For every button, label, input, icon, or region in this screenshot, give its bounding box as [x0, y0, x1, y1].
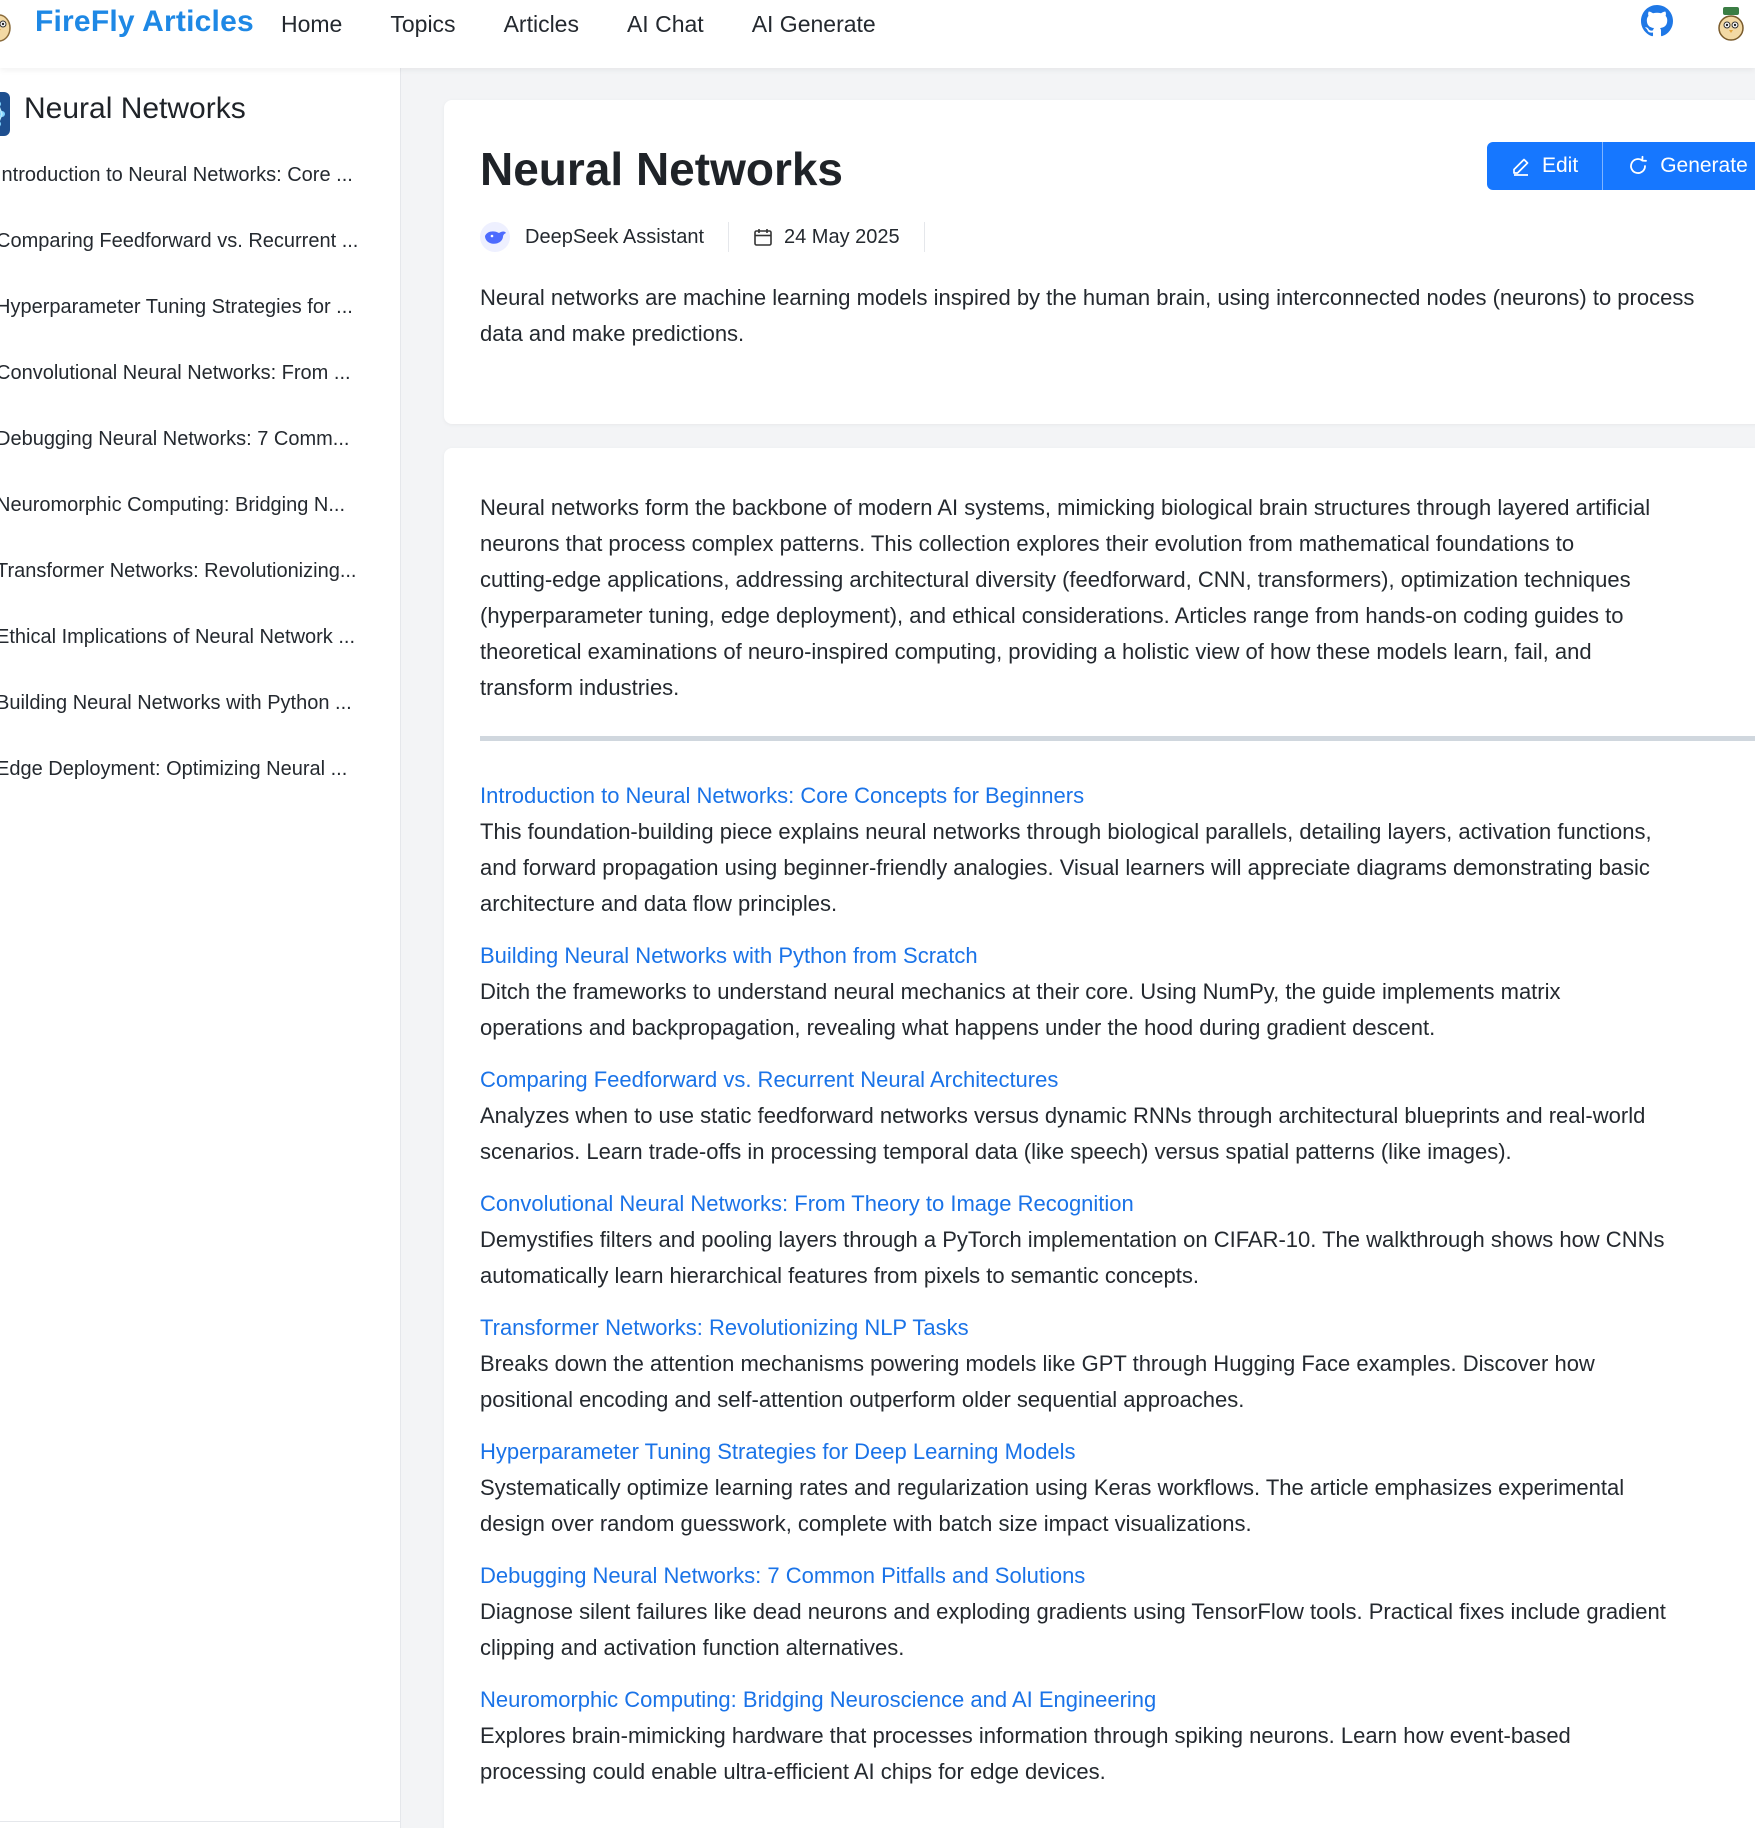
- article-meta: DeepSeek Assistant 24 May 2025: [480, 220, 949, 254]
- nav-ai-chat[interactable]: AI Chat: [627, 10, 704, 38]
- nav-ai-generate[interactable]: AI Generate: [752, 10, 876, 38]
- action-button-group: Edit Generate: [1487, 142, 1755, 190]
- page-title: Neural Networks: [480, 143, 844, 195]
- deepseek-whale-icon: [480, 222, 510, 252]
- sidebar-divider: [0, 1821, 401, 1822]
- article-description: Breaks down the attention mechanisms pow…: [480, 1346, 1755, 1418]
- article-description-line: automatically learn hierarchical feature…: [480, 1263, 1199, 1288]
- intro-line: neurons that process complex patterns. T…: [480, 531, 1575, 556]
- article-description-line: design over random guesswork, complete w…: [480, 1511, 1252, 1536]
- article-description-line: and forward propagation using beginner-f…: [480, 855, 1650, 880]
- sidebar-item[interactable]: Introduction to Neural Networks: Core ..…: [0, 162, 376, 228]
- article-link[interactable]: Building Neural Networks with Python fro…: [480, 938, 1755, 974]
- sidebar-item[interactable]: Ethical Implications of Neural Network .…: [0, 624, 376, 690]
- sidebar-item[interactable]: Convolutional Neural Networks: From ...: [0, 360, 376, 426]
- article-description-line: positional encoding and self-attention o…: [480, 1387, 1245, 1412]
- nav-home[interactable]: Home: [281, 10, 342, 38]
- article-description-line: architecture and data flow principles.: [480, 891, 838, 916]
- article-entry: Building Neural Networks with Python fro…: [480, 938, 1755, 1046]
- meta-separator: [728, 222, 729, 252]
- article-link[interactable]: Convolutional Neural Networks: From Theo…: [480, 1186, 1755, 1222]
- sidebar-title: Neural Networks: [24, 92, 246, 125]
- intro-line: transform industries.: [480, 675, 680, 700]
- article-description: Analyzes when to use static feedforward …: [480, 1098, 1755, 1170]
- publish-date: 24 May 2025: [784, 225, 900, 248]
- main-nav: Home Topics Articles AI Chat AI Generate: [281, 10, 924, 38]
- article-description-line: Breaks down the attention mechanisms pow…: [480, 1351, 1595, 1376]
- article-description-line: processing could enable ultra-efficient …: [480, 1759, 1106, 1784]
- topic-summary: Neural networks are machine learning mod…: [480, 285, 1695, 346]
- user-avatar-icon[interactable]: [1716, 4, 1746, 42]
- article-entry: Convolutional Neural Networks: From Theo…: [480, 1186, 1755, 1294]
- article-description-line: Diagnose silent failures like dead neuro…: [480, 1599, 1666, 1624]
- brand-title[interactable]: FireFly Articles: [35, 5, 254, 39]
- brain-network-icon: [0, 92, 10, 136]
- article-description: This foundation-building piece explains …: [480, 814, 1755, 922]
- nav-topics[interactable]: Topics: [390, 10, 455, 38]
- intro-line: theoretical examinations of neuro-inspir…: [480, 639, 1592, 664]
- article-list: Introduction to Neural Networks: Core Co…: [480, 778, 1755, 1806]
- article-description: Demystifies filters and pooling layers t…: [480, 1222, 1755, 1294]
- article-link[interactable]: Hyperparameter Tuning Strategies for Dee…: [480, 1434, 1755, 1470]
- intro-line: cutting-edge applications, addressing ar…: [480, 567, 1631, 592]
- article-entry: Debugging Neural Networks: 7 Common Pitf…: [480, 1558, 1755, 1666]
- sidebar-item[interactable]: Comparing Feedforward vs. Recurrent ...: [0, 228, 376, 294]
- nav-articles[interactable]: Articles: [504, 10, 579, 38]
- sidebar-article-list: Introduction to Neural Networks: Core ..…: [0, 162, 376, 822]
- owl-mascot-icon[interactable]: [0, 8, 12, 42]
- sidebar-item[interactable]: Debugging Neural Networks: 7 Comm...: [0, 426, 376, 492]
- article-description-line: Ditch the frameworks to understand neura…: [480, 979, 1561, 1004]
- article-link[interactable]: Debugging Neural Networks: 7 Common Pitf…: [480, 1558, 1755, 1594]
- article-description: Systematically optimize learning rates a…: [480, 1470, 1755, 1542]
- article-description-line: Demystifies filters and pooling layers t…: [480, 1227, 1665, 1252]
- article-link[interactable]: Transformer Networks: Revolutionizing NL…: [480, 1310, 1755, 1346]
- article-link[interactable]: Introduction to Neural Networks: Core Co…: [480, 778, 1755, 814]
- sidebar-item[interactable]: Edge Deployment: Optimizing Neural ...: [0, 756, 376, 822]
- topic-intro: Neural networks form the backbone of mod…: [480, 490, 1755, 706]
- article-description-line: operations and backpropagation, revealin…: [480, 1015, 1436, 1040]
- article-description-line: This foundation-building piece explains …: [480, 819, 1652, 844]
- github-icon[interactable]: [1641, 5, 1673, 37]
- article-description-line: Analyzes when to use static feedforward …: [480, 1103, 1646, 1128]
- article-entry: Hyperparameter Tuning Strategies for Dee…: [480, 1434, 1755, 1542]
- article-description-line: Systematically optimize learning rates a…: [480, 1475, 1625, 1500]
- sidebar-item[interactable]: Neuromorphic Computing: Bridging N...: [0, 492, 376, 558]
- sidebar-item[interactable]: Transformer Networks: Revolutionizing...: [0, 558, 376, 624]
- refresh-icon: [1630, 155, 1648, 174]
- article-description: Diagnose silent failures like dead neuro…: [480, 1594, 1755, 1666]
- article-entry: Comparing Feedforward vs. Recurrent Neur…: [480, 1062, 1755, 1170]
- edit-button-label: Edit: [1542, 154, 1579, 177]
- top-navbar: FireFly Articles Home Topics Articles AI…: [0, 0, 1755, 68]
- article-description-line: clipping and activation function alterna…: [480, 1635, 905, 1660]
- article-link[interactable]: Comparing Feedforward vs. Recurrent Neur…: [480, 1062, 1755, 1098]
- sidebar-item[interactable]: Building Neural Networks with Python ...: [0, 690, 376, 756]
- author-name: DeepSeek Assistant: [525, 225, 704, 248]
- sidebar-item[interactable]: Hyperparameter Tuning Strategies for ...: [0, 294, 376, 360]
- article-description: Ditch the frameworks to understand neura…: [480, 974, 1755, 1046]
- intro-line: (hyperparameter tuning, edge deployment)…: [480, 603, 1624, 628]
- intro-line: Neural networks form the backbone of mod…: [480, 495, 1651, 520]
- calendar-icon: [754, 229, 772, 246]
- content-divider: [480, 736, 1755, 741]
- generate-button[interactable]: Generate: [1602, 142, 1755, 190]
- topic-sidebar: Neural Networks Introduction to Neural N…: [0, 68, 401, 1828]
- topic-content-card: Neural networks form the backbone of mod…: [444, 448, 1755, 1828]
- topic-header-card: Neural Networks Edit Generate DeepSeek A…: [444, 100, 1755, 424]
- pencil-icon: [1513, 158, 1529, 176]
- article-entry: Neuromorphic Computing: Bridging Neurosc…: [480, 1682, 1755, 1790]
- article-entry: Transformer Networks: Revolutionizing NL…: [480, 1310, 1755, 1418]
- meta-separator: [923, 222, 925, 252]
- generate-button-label: Generate: [1660, 154, 1748, 177]
- article-link[interactable]: Neuromorphic Computing: Bridging Neurosc…: [480, 1682, 1755, 1718]
- article-description-line: scenarios. Learn trade-offs in processin…: [480, 1139, 1512, 1164]
- edit-button[interactable]: Edit: [1487, 142, 1602, 190]
- article-description: Explores brain-mimicking hardware that p…: [480, 1718, 1755, 1790]
- article-entry: Introduction to Neural Networks: Core Co…: [480, 778, 1755, 922]
- article-description-line: Explores brain-mimicking hardware that p…: [480, 1723, 1571, 1748]
